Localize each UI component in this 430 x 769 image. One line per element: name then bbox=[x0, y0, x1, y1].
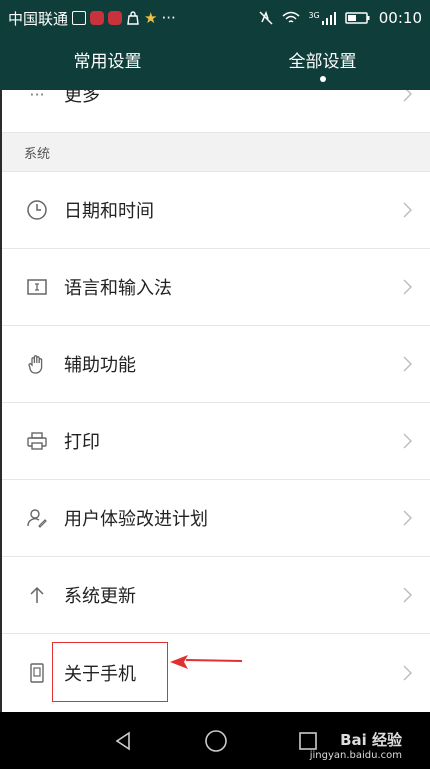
tab-all-settings[interactable]: 全部设置 bbox=[215, 36, 430, 90]
chevron-right-icon bbox=[403, 90, 412, 102]
section-header-system: 系统 bbox=[2, 133, 430, 172]
battery-icon bbox=[345, 12, 370, 24]
phone-icon bbox=[24, 660, 50, 686]
list-item-language-input[interactable]: 语言和输入法 bbox=[2, 249, 430, 326]
chevron-right-icon bbox=[403, 202, 412, 218]
more-notifications: ··· bbox=[161, 9, 176, 27]
bag-icon bbox=[127, 11, 139, 25]
list-item-user-experience[interactable]: 用户体验改进计划 bbox=[2, 480, 430, 557]
image-notification-icon bbox=[72, 11, 87, 25]
list-item-label: 打印 bbox=[64, 432, 100, 453]
signal-icon bbox=[321, 12, 336, 25]
chevron-right-icon bbox=[403, 510, 412, 526]
arrow-up-icon bbox=[24, 582, 50, 608]
chevron-right-icon bbox=[403, 587, 412, 603]
back-icon[interactable] bbox=[112, 730, 134, 752]
app-notification-icon-2 bbox=[108, 11, 123, 25]
home-icon[interactable] bbox=[204, 729, 228, 753]
chevron-right-icon bbox=[403, 279, 412, 295]
list-item-label: 更多 bbox=[64, 90, 100, 106]
network-type-label: 3G bbox=[308, 11, 320, 20]
chevron-right-icon bbox=[403, 356, 412, 372]
clock-icon bbox=[24, 197, 50, 223]
mute-icon bbox=[259, 10, 273, 25]
annotation-arrow-icon bbox=[170, 655, 243, 669]
list-item-label: 用户体验改进计划 bbox=[64, 509, 208, 530]
settings-list: ··· 更多 系统 日期和时间 语言和输入法 辅助功能 打印 用户体验改进计划 … bbox=[0, 90, 430, 712]
list-item-date-time[interactable]: 日期和时间 bbox=[2, 172, 430, 249]
navigation-bar: Bai 经验 jingyan.baidu.com bbox=[0, 712, 430, 769]
status-bar: 中国联通 ★ ··· 3G 00:10 bbox=[0, 0, 430, 36]
star-icon: ★ bbox=[144, 9, 158, 27]
tab-common-settings[interactable]: 常用设置 bbox=[0, 36, 215, 90]
keyboard-icon bbox=[24, 274, 50, 300]
list-item-label: 系统更新 bbox=[64, 586, 136, 607]
list-item-accessibility[interactable]: 辅助功能 bbox=[2, 326, 430, 403]
printer-icon bbox=[24, 428, 50, 454]
list-item-label: 语言和输入法 bbox=[64, 278, 172, 299]
chevron-right-icon bbox=[403, 665, 412, 680]
list-item-print[interactable]: 打印 bbox=[2, 403, 430, 480]
tab-label: 全部设置 bbox=[288, 51, 357, 72]
list-item-label: 辅助功能 bbox=[64, 355, 136, 376]
app-notification-icon bbox=[90, 11, 105, 25]
carrier-label: 中国联通 bbox=[8, 9, 69, 28]
user-edit-icon bbox=[24, 505, 50, 531]
active-tab-indicator bbox=[319, 76, 326, 82]
hand-icon bbox=[24, 351, 50, 377]
tab-label: 常用设置 bbox=[73, 51, 142, 72]
clock-time: 00:10 bbox=[378, 9, 422, 27]
list-item-more[interactable]: ··· 更多 bbox=[2, 90, 430, 133]
list-item-system-update[interactable]: 系统更新 bbox=[2, 557, 430, 634]
highlight-box bbox=[52, 642, 168, 702]
settings-tabs: 常用设置 全部设置 bbox=[0, 36, 430, 90]
watermark-sub: jingyan.baidu.com bbox=[309, 750, 402, 761]
list-item-label: 日期和时间 bbox=[64, 201, 154, 222]
watermark-main: Bai 经验 bbox=[340, 731, 402, 749]
wifi-icon bbox=[282, 11, 300, 23]
more-icon: ··· bbox=[29, 90, 45, 104]
chevron-right-icon bbox=[403, 433, 412, 449]
watermark: Bai 经验 jingyan.baidu.com bbox=[310, 733, 402, 763]
